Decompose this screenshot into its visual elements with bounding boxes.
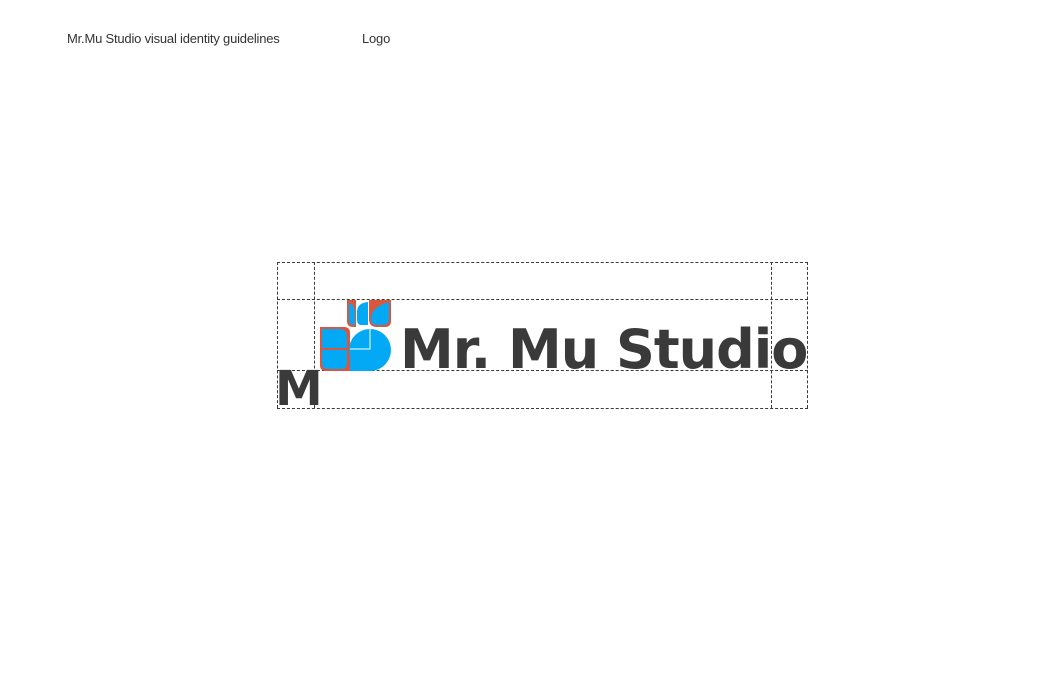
guide-top xyxy=(277,262,808,263)
guide-bottom xyxy=(277,408,808,409)
clearspace-unit-m: M xyxy=(275,361,323,417)
leaf-circle-mark-icon xyxy=(319,299,392,372)
logo-wordmark: Mr. Mu Studio xyxy=(400,318,808,381)
document-title: Mr.Mu Studio visual identity guidelines xyxy=(67,31,280,46)
section-label: Logo xyxy=(362,31,391,46)
